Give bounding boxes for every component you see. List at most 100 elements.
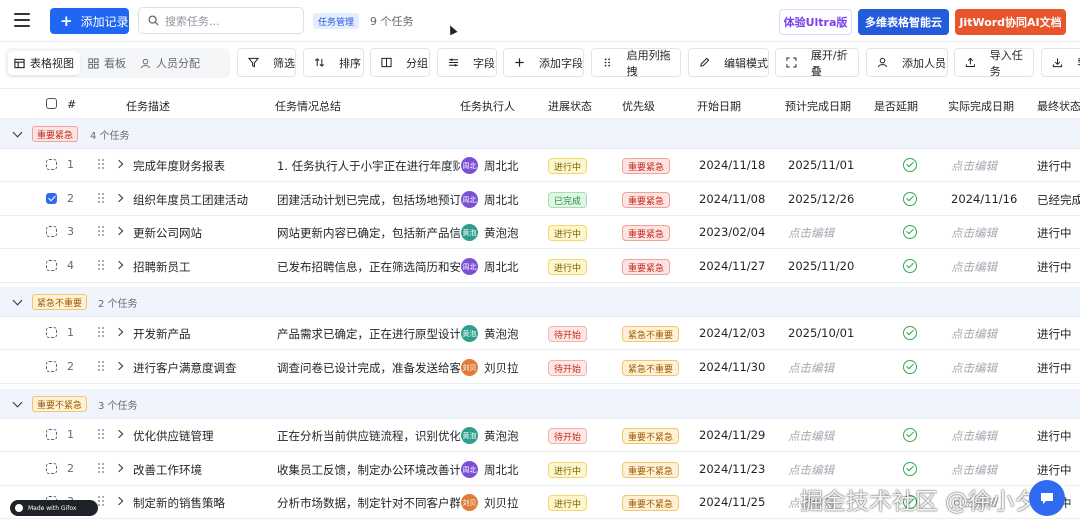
- expand-row-chevron-icon[interactable]: [114, 361, 124, 371]
- drag-handle-icon[interactable]: [98, 260, 106, 272]
- assignee-name[interactable]: 刘贝拉: [484, 360, 519, 376]
- due-date[interactable]: 2025/11/20: [788, 259, 854, 273]
- status-badge[interactable]: 进行中: [548, 495, 588, 511]
- task-summary[interactable]: 正在分析当前供应链流程，识别优化点: [277, 428, 460, 444]
- task-summary[interactable]: 1. 任务执行人于小宇正在进行年度财务报表的编制: [277, 158, 460, 174]
- group-header[interactable]: 重要紧急 4 个任务: [0, 119, 1080, 149]
- search-input[interactable]: 搜索任务...: [138, 7, 304, 34]
- table-row[interactable]: 3 更新公司网站 网站更新内容已确定，包括新产品信息 黄泡 黄泡泡 进行中 重要…: [0, 216, 1080, 249]
- group-button[interactable]: 分组: [370, 48, 430, 77]
- edit-mode-button[interactable]: 编辑模式: [688, 48, 769, 77]
- drag-handle-icon[interactable]: [98, 361, 106, 373]
- tab-kanban[interactable]: 看板: [82, 51, 132, 75]
- assignee-name[interactable]: 黄泡泡: [484, 326, 519, 342]
- add-person-button[interactable]: 添加人员: [866, 48, 948, 77]
- expand-row-chevron-icon[interactable]: [114, 429, 124, 439]
- task-summary[interactable]: 调查问卷已设计完成，准备发送给客户: [277, 360, 460, 376]
- final-status[interactable]: 进行中: [1037, 462, 1072, 478]
- col-due-date[interactable]: 预计完成日期: [785, 98, 851, 114]
- table-row[interactable]: 4 招聘新员工 已发布招聘信息，正在筛选简历和安排面试 周北 周北北 进行中 重…: [0, 250, 1080, 283]
- drag-handle-icon[interactable]: [98, 226, 106, 238]
- task-title[interactable]: 改善工作环境: [133, 462, 202, 478]
- assignee-name[interactable]: 周北北: [484, 158, 519, 174]
- collapse-caret-icon[interactable]: [12, 397, 23, 408]
- row-checkbox[interactable]: [46, 159, 57, 170]
- collapse-caret-icon[interactable]: [12, 295, 23, 306]
- final-status[interactable]: 进行中: [1037, 326, 1072, 342]
- col-assignee[interactable]: 任务执行人: [460, 98, 515, 114]
- start-date[interactable]: 2023/02/04: [699, 225, 765, 239]
- try-ultra-button[interactable]: 体验Ultra版: [779, 9, 852, 35]
- priority-badge[interactable]: 重要紧急: [622, 158, 671, 174]
- row-checkbox[interactable]: [46, 361, 57, 372]
- assignee-name[interactable]: 黄泡泡: [484, 428, 519, 444]
- due-date-placeholder[interactable]: 点击编辑: [788, 428, 834, 444]
- col-start-date[interactable]: 开始日期: [697, 98, 741, 114]
- row-checkbox[interactable]: [46, 226, 57, 237]
- final-status[interactable]: 进行中: [1037, 158, 1072, 174]
- status-badge[interactable]: 进行中: [548, 462, 588, 478]
- expand-row-chevron-icon[interactable]: [114, 260, 124, 270]
- expand-row-chevron-icon[interactable]: [114, 496, 124, 506]
- actual-date-placeholder[interactable]: 点击编辑: [951, 158, 997, 174]
- import-tasks-button[interactable]: 导入任务: [954, 48, 1034, 78]
- col-summary[interactable]: 任务情况总结: [275, 98, 341, 114]
- task-summary[interactable]: 收集员工反馈，制定办公环境改善计划: [277, 462, 460, 478]
- expand-row-chevron-icon[interactable]: [114, 463, 124, 473]
- drag-handle-icon[interactable]: [98, 429, 106, 441]
- task-summary[interactable]: 产品需求已确定，正在进行原型设计: [277, 326, 460, 342]
- assignee-name[interactable]: 周北北: [484, 462, 519, 478]
- final-status[interactable]: 进行中: [1037, 428, 1072, 444]
- due-date[interactable]: 2025/10/01: [788, 326, 854, 340]
- add-record-button[interactable]: + 添加记录: [50, 8, 129, 34]
- task-summary[interactable]: 已发布招聘信息，正在筛选简历和安排面试: [277, 259, 460, 275]
- status-badge[interactable]: 进行中: [548, 158, 588, 174]
- help-fab-button[interactable]: [1029, 480, 1065, 516]
- row-checkbox[interactable]: [46, 327, 57, 338]
- priority-badge[interactable]: 重要不紧急: [622, 428, 680, 444]
- jitword-ai-doc-button[interactable]: JitWord协同AI文档: [955, 9, 1066, 35]
- due-date-placeholder[interactable]: 点击编辑: [788, 360, 834, 376]
- expand-row-chevron-icon[interactable]: [114, 226, 124, 236]
- drag-handle-icon[interactable]: [98, 193, 106, 205]
- collapse-caret-icon[interactable]: [12, 127, 23, 138]
- actual-date-placeholder[interactable]: 点击编辑: [951, 326, 997, 342]
- task-title[interactable]: 制定新的销售策略: [133, 495, 225, 511]
- assignee-name[interactable]: 黄泡泡: [484, 225, 519, 241]
- group-header[interactable]: 紧急不重要 2 个任务: [0, 287, 1080, 317]
- priority-badge[interactable]: 紧急不重要: [622, 360, 680, 376]
- start-date[interactable]: 2024/11/29: [699, 428, 765, 442]
- priority-badge[interactable]: 紧急不重要: [622, 326, 680, 342]
- task-title[interactable]: 更新公司网站: [133, 225, 202, 241]
- filter-button[interactable]: 筛选: [237, 48, 296, 77]
- assignee-name[interactable]: 周北北: [484, 259, 519, 275]
- col-priority[interactable]: 优先级: [622, 98, 655, 114]
- col-final-status[interactable]: 最终状态: [1037, 98, 1080, 114]
- sort-button[interactable]: 排序: [303, 48, 364, 77]
- col-task-desc[interactable]: 任务描述: [126, 98, 170, 114]
- status-badge[interactable]: 已完成: [548, 192, 588, 208]
- due-date-placeholder[interactable]: 点击编辑: [788, 225, 834, 241]
- priority-badge[interactable]: 重要不紧急: [622, 462, 680, 478]
- status-badge[interactable]: 待开始: [548, 428, 588, 444]
- row-checkbox[interactable]: [46, 193, 57, 204]
- assignee-name[interactable]: 周北北: [484, 192, 519, 208]
- expand-row-chevron-icon[interactable]: [114, 159, 124, 169]
- status-badge[interactable]: 进行中: [548, 225, 588, 241]
- task-title[interactable]: 招聘新员工: [133, 259, 191, 275]
- expand-row-chevron-icon[interactable]: [114, 193, 124, 203]
- task-title[interactable]: 进行客户满意度调查: [133, 360, 237, 376]
- priority-badge[interactable]: 重要不紧急: [622, 495, 680, 511]
- status-badge[interactable]: 待开始: [548, 360, 588, 376]
- start-date[interactable]: 2024/11/30: [699, 360, 765, 374]
- actual-date-placeholder[interactable]: 点击编辑: [951, 360, 997, 376]
- export-button[interactable]: 导出: [1041, 48, 1080, 77]
- due-date[interactable]: 2025/12/26: [788, 192, 854, 206]
- assignee-name[interactable]: 刘贝拉: [484, 495, 519, 511]
- col-actual-date[interactable]: 实际完成日期: [948, 98, 1014, 114]
- col-delayed[interactable]: 是否延期: [874, 98, 918, 114]
- table-row[interactable]: 2 进行客户满意度调查 调查问卷已设计完成，准备发送给客户 刘贝 刘贝拉 待开始…: [0, 351, 1080, 384]
- actual-date-placeholder[interactable]: 点击编辑: [951, 462, 997, 478]
- due-date[interactable]: 2025/11/01: [788, 158, 854, 172]
- status-badge[interactable]: 进行中: [548, 259, 588, 275]
